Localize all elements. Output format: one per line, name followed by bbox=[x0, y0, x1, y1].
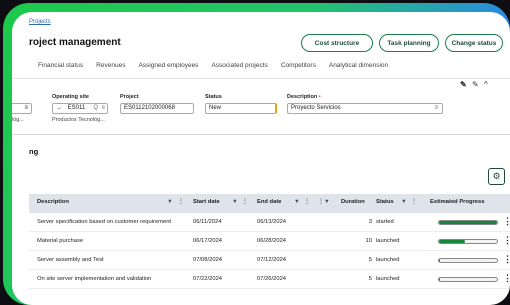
cell-start-date: 07/08/2024 bbox=[193, 257, 223, 263]
operating-site-sub: Productos Tecnológ... bbox=[52, 117, 105, 123]
filter-icon[interactable]: ▼ bbox=[294, 199, 300, 205]
col-end-date[interactable]: End date bbox=[257, 199, 281, 205]
column-menu-icon[interactable]: ⋮ bbox=[242, 199, 248, 205]
device-frame: Projects roject management Cost structur… bbox=[3, 3, 510, 305]
pin-icon[interactable]: ✎ bbox=[460, 80, 467, 89]
list-icon[interactable]: ≡ bbox=[101, 104, 105, 113]
progress-fill bbox=[439, 278, 441, 281]
cell-end-date: 07/12/2024 bbox=[257, 257, 287, 263]
description-label: Description • bbox=[287, 94, 321, 100]
description-field[interactable]: Proyecto Servicios ≡ bbox=[287, 103, 443, 114]
tab-divider bbox=[12, 78, 510, 79]
col-status[interactable]: Status bbox=[376, 199, 394, 205]
tab-assigned-employees[interactable]: Assigned employees bbox=[138, 62, 198, 69]
status-label: Status bbox=[205, 94, 222, 100]
cell-duration: 5 bbox=[368, 257, 372, 263]
cell-start-date: 06/17/2024 bbox=[193, 238, 223, 244]
arrow-icon: → bbox=[56, 105, 62, 111]
tab-bar: Financial status Revenues Assigned emplo… bbox=[38, 62, 388, 69]
column-menu-icon[interactable]: ⋮ bbox=[178, 199, 184, 205]
cell-duration: 3 bbox=[368, 219, 372, 225]
breadcrumb-projects[interactable]: Projects bbox=[29, 19, 51, 25]
row-menu-kebab-icon[interactable]: ⋮ bbox=[503, 216, 510, 227]
cell-description: Material purchase bbox=[37, 238, 84, 244]
tab-competitors[interactable]: Competitors bbox=[281, 62, 316, 69]
operating-site-label: Operating site bbox=[52, 94, 89, 100]
col-description[interactable]: Description bbox=[37, 199, 69, 205]
section-divider bbox=[12, 134, 510, 135]
page-title: roject management bbox=[29, 37, 121, 48]
required-mark: • bbox=[318, 94, 321, 100]
search-icon[interactable]: Q bbox=[93, 104, 98, 113]
cell-duration: 10 bbox=[365, 238, 372, 244]
col-duration[interactable]: Duration bbox=[341, 199, 365, 205]
cell-end-date: 07/26/2024 bbox=[257, 276, 287, 282]
tab-analytical-dimension[interactable]: Analytical dimension bbox=[329, 62, 388, 69]
cell-start-date: 07/22/2024 bbox=[193, 276, 223, 282]
gear-icon[interactable]: ⚙ bbox=[488, 168, 505, 185]
cell-status: started bbox=[376, 219, 394, 225]
progress-fill bbox=[439, 221, 497, 224]
row-menu-kebab-icon[interactable]: ⋮ bbox=[503, 254, 510, 265]
operating-site-field[interactable]: → ES011 Q ≡ bbox=[52, 103, 108, 114]
column-menu-icon[interactable]: ⋮ bbox=[304, 199, 310, 205]
partial-field[interactable]: ≡ bbox=[12, 103, 32, 114]
filter-icon[interactable]: ▼ bbox=[324, 199, 330, 205]
section-title: ng bbox=[29, 147, 39, 156]
cost-structure-button[interactable]: Cost structure bbox=[301, 34, 373, 52]
column-menu-icon[interactable]: ⋮ bbox=[318, 199, 324, 205]
task-planning-button[interactable]: Task planning bbox=[379, 34, 439, 52]
tab-revenues[interactable]: Revenues bbox=[96, 62, 125, 69]
app-screen: Projects roject management Cost structur… bbox=[12, 12, 510, 305]
progress-bar bbox=[438, 239, 498, 244]
cell-status: launched bbox=[376, 257, 400, 263]
project-label: Project bbox=[120, 94, 139, 100]
tab-financial-status[interactable]: Financial status bbox=[38, 62, 83, 69]
cell-description: Server specification based on customer r… bbox=[37, 219, 172, 225]
cell-status: launched bbox=[376, 238, 400, 244]
operating-site-value: ES011 bbox=[67, 105, 86, 111]
progress-fill bbox=[439, 240, 466, 243]
col-estimated-progress[interactable]: Estimated Progress bbox=[430, 199, 484, 205]
cell-end-date: 06/28/2024 bbox=[257, 238, 287, 244]
progress-bar bbox=[438, 258, 498, 263]
cell-description: Server assembly and Test bbox=[37, 257, 104, 263]
row-menu-kebab-icon[interactable]: ⋮ bbox=[503, 235, 510, 246]
change-status-button[interactable]: Change status bbox=[445, 34, 503, 52]
description-list-icon[interactable]: ≡ bbox=[434, 104, 438, 113]
description-value: Proyecto Servicios bbox=[291, 105, 341, 111]
filter-icon[interactable]: ▼ bbox=[401, 199, 407, 205]
description-label-text: Description bbox=[287, 94, 318, 100]
collapse-icon[interactable]: ^ bbox=[484, 80, 488, 89]
partial-field-sub: lóg... bbox=[12, 117, 24, 123]
progress-bar bbox=[438, 220, 498, 225]
col-start-date[interactable]: Start date bbox=[193, 199, 220, 205]
filter-icon[interactable]: ▼ bbox=[232, 199, 238, 205]
edit-icon[interactable]: ✎ bbox=[472, 80, 479, 89]
row-menu-kebab-icon[interactable]: ⋮ bbox=[503, 273, 510, 284]
project-field[interactable]: ES0112102000068 bbox=[120, 103, 194, 114]
cell-duration: 5 bbox=[368, 276, 372, 282]
cell-status: launched bbox=[376, 276, 400, 282]
tab-associated-projects[interactable]: Associated projects bbox=[211, 62, 267, 69]
cell-description: On site server implementation and valida… bbox=[37, 276, 152, 282]
cell-start-date: 06/11/2024 bbox=[193, 219, 222, 225]
progress-fill bbox=[439, 259, 441, 262]
filter-icon[interactable]: ▼ bbox=[167, 199, 173, 205]
progress-bar bbox=[438, 277, 498, 282]
column-menu-icon[interactable]: ⋮ bbox=[411, 199, 417, 205]
status-field[interactable]: New bbox=[205, 103, 277, 114]
cell-end-date: 06/13/2024 bbox=[257, 219, 287, 225]
